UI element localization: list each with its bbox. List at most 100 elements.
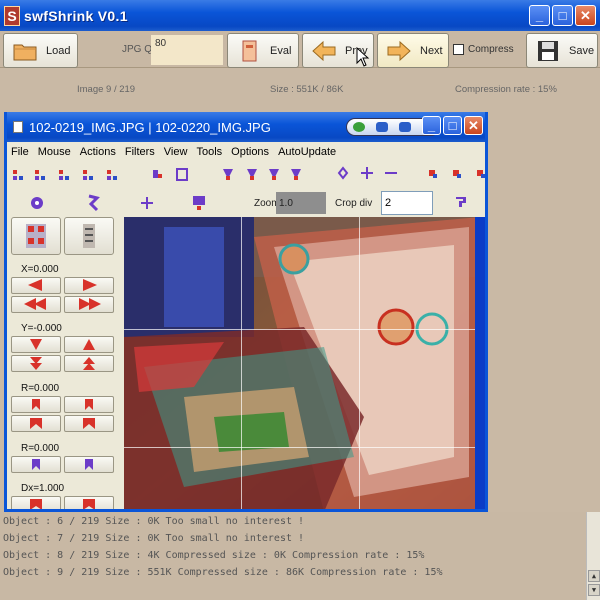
log-line: Object : 7 / 219 Size : 0K Too small no … xyxy=(3,533,305,544)
compress-check-box[interactable] xyxy=(453,44,464,55)
log-line: Object : 6 / 219 Size : 0K Too small no … xyxy=(3,516,305,527)
arrow-down-tool-icon xyxy=(291,169,301,180)
rotate-right-button[interactable] xyxy=(64,396,114,413)
minimize-icon: _ xyxy=(535,8,544,23)
r1-value: R=0.000 xyxy=(21,383,60,394)
tool-icons-row-1 xyxy=(13,166,485,181)
log-scrollbar[interactable]: ▲ ▼ xyxy=(586,512,600,600)
green-dot-icon xyxy=(352,122,365,132)
status-image: Image 9 / 219 xyxy=(77,84,136,95)
image-canvas[interactable] xyxy=(124,217,481,509)
y-fast-up-button[interactable] xyxy=(64,355,114,372)
x-left-button[interactable] xyxy=(11,277,61,294)
layer-tool-icon xyxy=(83,170,93,180)
layer-tool-icon xyxy=(107,170,117,180)
plus-icon xyxy=(361,167,373,179)
image-window-title: 102-0219_IMG.JPG | 102-0220_IMG.JPG xyxy=(29,119,271,135)
tilt-left-icon xyxy=(32,459,40,470)
y-down-button[interactable] xyxy=(11,336,61,353)
image-window-titlebar: 102-0219_IMG.JPG | 102-0220_IMG.JPG _ □ … xyxy=(7,112,485,142)
rotate-fast-right-icon xyxy=(83,418,95,429)
eval-button[interactable]: Eval xyxy=(227,33,299,68)
arrow-right-icon xyxy=(387,40,411,61)
rotate-left-icon xyxy=(32,399,40,410)
y-up-button[interactable] xyxy=(64,336,114,353)
arrow-down-tool-icon xyxy=(223,169,233,180)
eval-label: Eval xyxy=(270,44,292,57)
menu-filters[interactable]: Filters xyxy=(125,146,155,158)
scroll-down-icon[interactable]: ▼ xyxy=(588,584,600,596)
double-arrow-left-icon xyxy=(24,298,46,310)
rotate-fast-left-icon xyxy=(30,418,42,429)
image-window-border xyxy=(475,217,485,509)
x-right-button[interactable] xyxy=(64,277,114,294)
x-fast-left-button[interactable] xyxy=(11,296,61,313)
dx-decrease-button[interactable] xyxy=(11,496,61,509)
align-mode-button[interactable] xyxy=(64,217,114,255)
menu-view[interactable]: View xyxy=(164,146,188,158)
arrow-down-icon xyxy=(30,339,42,350)
image-window-close-button[interactable]: ✕ xyxy=(464,116,483,135)
rotate-left-button[interactable] xyxy=(11,396,61,413)
status-size: Size : 551K / 86K xyxy=(270,84,344,95)
load-button[interactable]: Load xyxy=(3,33,78,68)
transform-panel: X=0.000 Y=-0.000 R=0.000 R=0.000 Dx=1.00… xyxy=(7,217,122,509)
jpgq-input[interactable]: 80 xyxy=(151,35,223,65)
app-titlebar: S swfShrink V0.1 _ □ ✕ xyxy=(0,0,600,31)
rotate-fast-right-button[interactable] xyxy=(64,415,114,432)
color-tool-icon xyxy=(429,170,437,178)
menu-mouse[interactable]: Mouse xyxy=(38,146,71,158)
image-window-maximize-button[interactable]: □ xyxy=(443,116,462,135)
grid-line xyxy=(241,217,242,509)
arrow-left-icon xyxy=(28,279,42,291)
menu-bar: File Mouse Actions Filters View Tools Op… xyxy=(7,142,485,162)
brush-icon xyxy=(153,170,162,178)
help-icon[interactable] xyxy=(454,195,468,211)
color-tool-icon xyxy=(477,170,485,178)
y-fast-down-button[interactable] xyxy=(11,355,61,372)
tilt-left-button[interactable] xyxy=(11,456,61,473)
floppy-disk-icon xyxy=(538,40,558,61)
menu-tools[interactable]: Tools xyxy=(196,146,222,158)
tilt-right-button[interactable] xyxy=(64,456,114,473)
minus-icon xyxy=(385,172,397,174)
save-button[interactable]: Save xyxy=(526,33,598,68)
maximize-icon: □ xyxy=(448,118,457,133)
minimize-button[interactable]: _ xyxy=(529,5,550,26)
x-fast-right-button[interactable] xyxy=(64,296,114,313)
close-button[interactable]: ✕ xyxy=(575,5,596,26)
window-icon xyxy=(375,122,388,132)
grid-line xyxy=(359,217,360,509)
mouse-cursor-icon xyxy=(356,47,370,67)
zoom-field[interactable]: 1.0 xyxy=(276,192,326,214)
status-rate: Compression rate : 15% xyxy=(455,84,557,95)
maximize-button[interactable]: □ xyxy=(552,5,573,26)
x-value: X=0.000 xyxy=(21,264,59,275)
menu-actions[interactable]: Actions xyxy=(80,146,116,158)
save-label: Save xyxy=(569,44,595,57)
move-icon xyxy=(337,166,349,180)
next-button[interactable]: Next xyxy=(377,33,449,68)
crop-div-input[interactable]: 2 xyxy=(381,191,433,215)
scroll-up-icon[interactable]: ▲ xyxy=(588,570,600,582)
menu-file[interactable]: File xyxy=(11,146,29,158)
compress-checkbox[interactable]: Compress xyxy=(453,44,514,55)
grid-mode-button[interactable] xyxy=(11,217,61,255)
arrow-left-icon xyxy=(312,40,336,61)
close-icon: ✕ xyxy=(468,117,479,133)
layer-tool-icon xyxy=(35,170,45,180)
align-icon xyxy=(83,224,95,248)
menu-autoupdate[interactable]: AutoUpdate xyxy=(278,146,336,158)
next-label: Next xyxy=(420,44,443,57)
image-window-minimize-button[interactable]: _ xyxy=(422,116,441,135)
load-label: Load xyxy=(46,44,71,57)
dx-increase-button[interactable] xyxy=(64,496,114,509)
shrink-icon xyxy=(30,499,42,509)
window-controls: _ □ ✕ xyxy=(529,5,596,26)
rotate-fast-left-button[interactable] xyxy=(11,415,61,432)
image-window-controls: _ □ ✕ xyxy=(422,116,483,135)
crop-div-label: Crop div xyxy=(335,198,373,209)
menu-options[interactable]: Options xyxy=(231,146,269,158)
log-line: Object : 8 / 219 Size : 4K Compressed si… xyxy=(3,550,425,561)
double-arrow-down-icon xyxy=(30,357,42,370)
